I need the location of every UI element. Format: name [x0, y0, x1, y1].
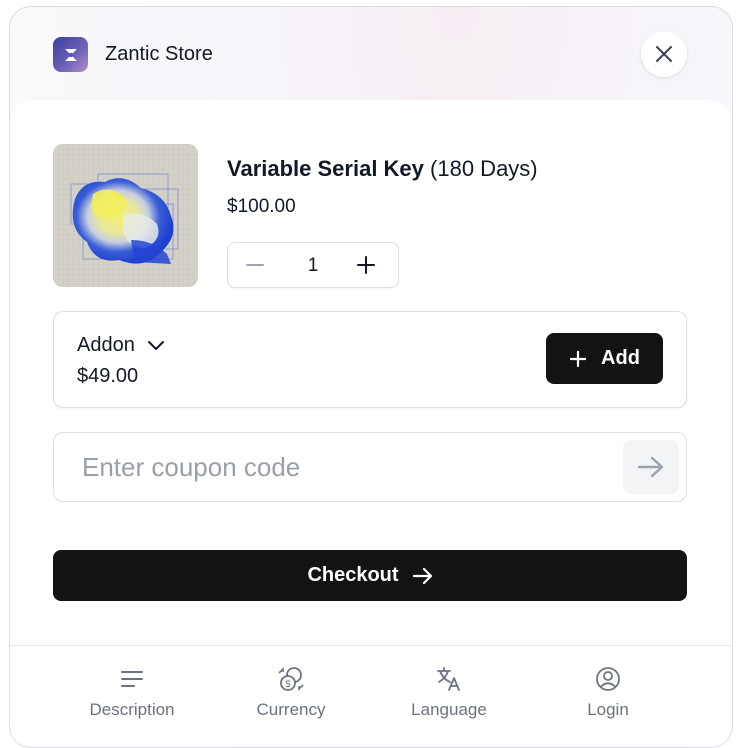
- nav-item-language[interactable]: Language: [369, 664, 529, 720]
- coupon-field: [53, 432, 687, 502]
- product-title: Variable Serial Key (180 Days): [227, 156, 538, 182]
- user-circle-icon: [596, 667, 620, 691]
- addon-dropdown[interactable]: Addon: [77, 334, 165, 357]
- checkout-button[interactable]: Checkout: [53, 550, 687, 601]
- plus-icon: [569, 350, 587, 367]
- checkout-label: Checkout: [307, 564, 399, 586]
- nav-label: Currency: [256, 700, 326, 719]
- apply-coupon-button[interactable]: [623, 440, 679, 494]
- nav-label: Login: [587, 700, 629, 719]
- plus-icon: [357, 256, 375, 274]
- coupon-input[interactable]: [55, 434, 644, 500]
- nav-label: Language: [411, 700, 487, 719]
- close-icon: [656, 46, 672, 62]
- nav-item-description[interactable]: Description: [52, 664, 212, 720]
- header: Zantic Store: [10, 7, 732, 102]
- arrow-right-icon: [637, 456, 664, 478]
- product-name: Variable Serial Key: [227, 156, 424, 181]
- add-button-label: Add: [601, 347, 640, 369]
- product-price: $100.00: [227, 196, 296, 217]
- close-button[interactable]: [641, 31, 687, 77]
- checkout-widget: Zantic Store Variable Serial Key (180 Da…: [9, 6, 733, 748]
- nav-item-login[interactable]: Login: [528, 664, 688, 720]
- svg-text:$: $: [285, 679, 291, 690]
- bottom-nav: Description $ Currency Language Login: [10, 646, 732, 746]
- nav-label: Description: [89, 700, 175, 719]
- currency-exchange-icon: $: [278, 667, 304, 691]
- store-name: Zantic Store: [105, 43, 213, 65]
- product-image: [53, 144, 198, 287]
- nav-item-currency[interactable]: $ Currency: [211, 664, 371, 720]
- quantity-stepper: 1: [227, 242, 399, 288]
- add-addon-button[interactable]: Add: [546, 333, 663, 384]
- addon-name: Addon: [77, 334, 135, 356]
- chevron-down-icon: [147, 340, 164, 350]
- product-duration: (180 Days): [430, 156, 538, 181]
- menu-lines-icon: [121, 671, 143, 687]
- zantic-logo-icon: [53, 37, 88, 72]
- translate-icon: [437, 667, 460, 691]
- increase-quantity-button[interactable]: [355, 254, 377, 276]
- addon-price: $49.00: [77, 365, 139, 387]
- main-panel: Variable Serial Key (180 Days) $100.00 1…: [10, 100, 732, 660]
- addon-card: Addon $49.00 Add: [53, 311, 687, 408]
- arrow-right-icon: [412, 567, 432, 584]
